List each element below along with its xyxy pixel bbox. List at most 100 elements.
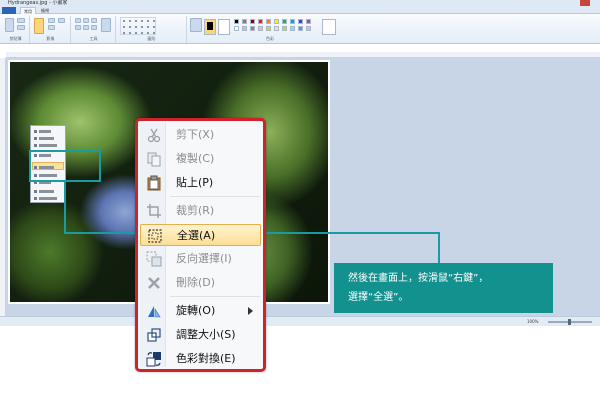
- menu-item-crop[interactable]: 裁剪(R): [140, 200, 261, 222]
- color-swatch[interactable]: [250, 19, 255, 24]
- invert-color-icon: [146, 352, 161, 367]
- color-swatch[interactable]: [234, 19, 239, 24]
- color-swatch[interactable]: [290, 26, 295, 31]
- file-menu-button[interactable]: [2, 7, 16, 14]
- fill-tool[interactable]: [83, 18, 89, 23]
- menu-item-label: 色彩對換(E): [176, 352, 236, 365]
- mini-menu-label: [39, 190, 54, 193]
- color-swatch[interactable]: [306, 26, 311, 31]
- magnifier-tool[interactable]: [91, 25, 97, 30]
- mini-menu-icon: [34, 197, 37, 200]
- callout-line-1: 然後在畫面上，按滑鼠“右鍵”，: [348, 273, 489, 284]
- color-swatch[interactable]: [234, 26, 239, 31]
- menu-item-invert-color[interactable]: 色彩對換(E): [140, 348, 261, 370]
- zoom-indicator-box: [29, 150, 101, 182]
- color-swatch[interactable]: [266, 26, 271, 31]
- menu-item-copy[interactable]: 複製(C): [140, 148, 261, 170]
- zoom-slider-thumb[interactable]: [568, 319, 571, 325]
- color1-button[interactable]: [204, 19, 216, 35]
- color-swatch[interactable]: [250, 26, 255, 31]
- submenu-arrow-icon: [248, 307, 253, 315]
- text-tool[interactable]: [91, 18, 97, 23]
- crop-icon: [147, 204, 161, 218]
- menu-item-label: 剪下(X): [176, 128, 215, 141]
- menu-separator: [170, 296, 260, 297]
- mini-menu-label: [39, 130, 51, 133]
- menu-item-label: 調整大小(S): [176, 328, 236, 341]
- color-swatch[interactable]: [242, 19, 247, 24]
- color-swatch[interactable]: [266, 19, 271, 24]
- cut-button[interactable]: [17, 18, 25, 23]
- paste-button[interactable]: [5, 18, 14, 32]
- color-swatch[interactable]: [282, 26, 287, 31]
- group-label: 工具: [89, 36, 98, 41]
- color1-swatch: [207, 22, 213, 30]
- copy-icon: [147, 152, 161, 167]
- menu-item-rotate[interactable]: 旋轉(O): [140, 300, 261, 322]
- tools-group: 工具: [72, 16, 116, 43]
- zoom-slider[interactable]: [548, 319, 592, 325]
- paste-icon: [147, 175, 161, 191]
- rotate-icon: [148, 306, 161, 318]
- mini-menu-label: [39, 197, 57, 200]
- rotate-button[interactable]: [58, 18, 65, 23]
- menu-separator: [170, 196, 260, 197]
- menu-item-cut[interactable]: 剪下(X): [140, 124, 261, 146]
- mini-menu-label: [39, 144, 57, 147]
- color-swatch[interactable]: [306, 19, 311, 24]
- mini-menu-icon: [34, 190, 37, 193]
- pencil-tool[interactable]: [75, 18, 81, 23]
- eraser-tool[interactable]: [75, 25, 81, 30]
- instruction-callout: 然後在畫面上，按滑鼠“右鍵”， 選擇“全選”。: [334, 263, 553, 313]
- mini-menu-icon: [34, 137, 37, 140]
- menu-item-label: 裁剪(R): [176, 204, 215, 217]
- cut-icon: [147, 128, 161, 143]
- bottom-whitespace: [0, 326, 600, 400]
- callout-line-2: 選擇“全選”。: [348, 292, 409, 303]
- menu-item-label: 複製(C): [176, 152, 215, 165]
- edit-colors-button[interactable]: [322, 19, 336, 35]
- crop-button[interactable]: [48, 18, 55, 23]
- ribbon-tabs: 常用 檢視: [0, 6, 600, 14]
- menu-item-delete[interactable]: 刪除(D): [140, 272, 261, 294]
- resize-icon: [147, 328, 161, 342]
- status-bar: 100%: [0, 316, 600, 326]
- color-picker-tool[interactable]: [83, 25, 89, 30]
- zoom-level: 100%: [527, 319, 539, 324]
- color-swatch[interactable]: [274, 19, 279, 24]
- colors-group: 色彩: [200, 16, 340, 43]
- mini-menu-icon: [34, 144, 37, 147]
- color-swatch[interactable]: [298, 26, 303, 31]
- group-label: 影像: [46, 36, 55, 41]
- color-swatch[interactable]: [274, 26, 279, 31]
- mini-menu-icon: [34, 130, 37, 133]
- color2-button[interactable]: [218, 19, 230, 35]
- color-swatch[interactable]: [258, 26, 263, 31]
- menu-item-select-all[interactable]: 全選(A): [140, 224, 261, 246]
- tab-view[interactable]: 檢視: [38, 7, 52, 14]
- brushes-button[interactable]: [101, 18, 111, 32]
- group-label: 圖形: [147, 36, 156, 41]
- invert-selection-icon: [146, 251, 162, 267]
- menu-item-label: 全選(A): [177, 229, 216, 242]
- ribbon: 剪貼簿 影像 工具 圖形 色彩: [0, 14, 600, 44]
- menu-item-paste[interactable]: 貼上(P): [140, 172, 261, 194]
- select-all-icon: [148, 229, 162, 243]
- image-group: 影像: [31, 16, 71, 43]
- color-swatch[interactable]: [290, 19, 295, 24]
- tab-home[interactable]: 常用: [20, 7, 36, 14]
- callout-line-vertical-left: [64, 182, 66, 234]
- select-button[interactable]: [34, 18, 44, 34]
- color-swatch[interactable]: [258, 19, 263, 24]
- color-swatch[interactable]: [298, 19, 303, 24]
- group-label: 色彩: [266, 36, 274, 41]
- color-swatch[interactable]: [282, 19, 287, 24]
- resize-button[interactable]: [48, 25, 55, 30]
- mini-menu-label: [39, 137, 54, 140]
- color-swatch[interactable]: [242, 26, 247, 31]
- delete-icon: [148, 277, 160, 289]
- copy-button[interactable]: [17, 25, 25, 30]
- menu-item-invert-selection[interactable]: 反向選擇(I): [140, 248, 261, 270]
- clipboard-group: 剪貼簿: [2, 16, 30, 43]
- menu-item-resize[interactable]: 調整大小(S): [140, 324, 261, 346]
